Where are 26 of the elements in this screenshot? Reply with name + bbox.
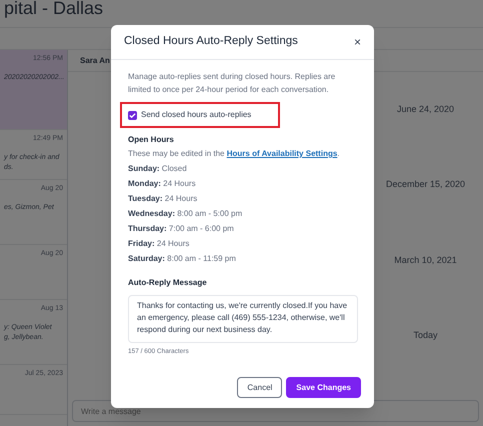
section-heading: Auto-Reply Message <box>128 277 208 289</box>
date-separator: March 10, 2021 <box>394 254 457 267</box>
section-heading: Open Hours <box>128 134 175 146</box>
save-button[interactable]: Save Changes <box>286 377 361 398</box>
hours-row-text: Monday: 24 Hours <box>128 178 197 190</box>
date-separator: December 15, 2020 <box>386 178 466 192</box>
checkbox-label: Send closed hours auto-replies <box>141 109 252 121</box>
hours-row-text: Wednesday: 8:00 am - 5:00 pm <box>128 208 244 220</box>
contact-name: Sara An <box>80 54 110 66</box>
checkbox[interactable] <box>128 110 137 120</box>
availability-settings-link[interactable]: Hours of Availability Settings <box>226 149 338 158</box>
hours-row-text: Friday: 24 Hours <box>128 238 190 250</box>
cancel-button[interactable]: Cancel <box>237 377 282 398</box>
hours-row-text: Tuesday: 24 Hours <box>128 193 198 205</box>
checkmark-icon <box>129 112 136 118</box>
date-separator: June 24, 2020 <box>396 102 454 116</box>
hours-row-text: Saturday: 8:00 am - 11:59 pm <box>128 253 237 265</box>
hours-row-text: Thursday: 7:00 am - 6:00 pm <box>128 223 235 235</box>
dialog-description: Manage auto-replies sent during closed hours. Replies are limited to once per 24-hour period for each conversation. <box>128 71 336 96</box>
close-button[interactable]: × <box>354 36 361 48</box>
message-textarea[interactable]: Thanks for contacting us, we're currently closed.If you have an emergency, please call (469) 555-1234, otherwise, we'll respond during our next business day. <box>128 295 358 343</box>
date-separator: Today <box>413 329 438 342</box>
hours-row-text: Sunday: Closed <box>128 163 188 175</box>
hours-note: These may be edited in the Hours of Availability Settings. <box>128 148 341 160</box>
page-title: pital - Dallas <box>4 0 104 16</box>
dialog-title: Closed Hours Auto-Reply Settings <box>124 34 298 50</box>
